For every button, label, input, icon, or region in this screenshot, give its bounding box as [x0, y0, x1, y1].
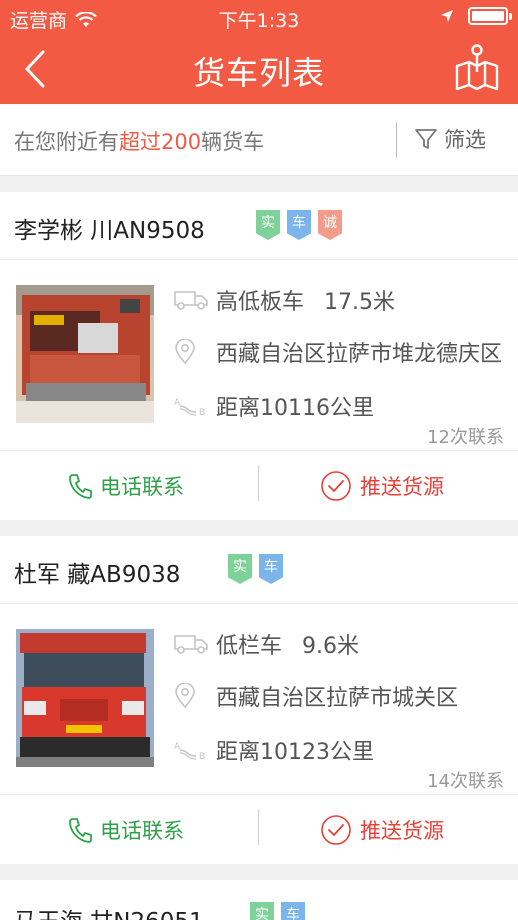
truck-distance: 距离10116公里	[216, 396, 374, 421]
check-circle-icon	[321, 471, 351, 501]
location-row: 西藏自治区拉萨市堆龙德庆区	[174, 336, 506, 368]
filter-bar: 在您附近有超过200辆货车 筛选	[0, 104, 518, 176]
truck-length: 17.5米	[324, 290, 396, 315]
badge-verified-identity: 实	[228, 554, 252, 584]
truck-address: 西藏自治区拉萨市堆龙德庆区	[216, 342, 503, 367]
verification-badges: 实 车 诚	[256, 210, 349, 240]
truck-type: 低栏车	[216, 634, 283, 659]
nearby-count-highlight: 超过200	[119, 130, 202, 154]
push-label: 推送货源	[360, 819, 444, 843]
card-actions: 电话联系 推送货源	[0, 450, 518, 520]
nearby-count-text: 在您附近有超过200辆货车	[14, 130, 265, 154]
card-header: 李学彬 川AN9508 实 车 诚	[0, 192, 518, 260]
nav-bar: 货车列表	[0, 34, 518, 104]
location-row: 西藏自治区拉萨市城关区	[174, 680, 506, 712]
badge-verified-identity: 实	[256, 210, 280, 240]
location-pin-icon	[175, 683, 195, 709]
call-button[interactable]: 电话联系	[68, 451, 184, 521]
map-button[interactable]	[454, 44, 500, 92]
contact-count: 14次联系	[427, 771, 504, 792]
action-divider	[258, 809, 259, 845]
truck-icon	[174, 635, 208, 654]
svg-text:A: A	[174, 398, 181, 408]
battery-icon	[468, 7, 512, 25]
contact-count: 12次联系	[427, 427, 504, 448]
location-pin-icon	[175, 339, 195, 365]
call-button[interactable]: 电话联系	[68, 795, 184, 865]
status-right	[440, 7, 512, 25]
app-header: 运营商 下午1:33 货车列表	[0, 0, 518, 104]
page-title: 货车列表	[192, 54, 325, 92]
battery-fill	[472, 11, 504, 21]
truck-length: 9.6米	[302, 634, 360, 659]
status-bar: 运营商 下午1:33	[0, 0, 518, 34]
distance-icon: A B	[174, 398, 205, 416]
truck-distance: 距离10123公里	[216, 740, 374, 765]
push-cargo-button[interactable]: 推送货源	[320, 795, 444, 865]
push-cargo-button[interactable]: 推送货源	[320, 451, 444, 521]
driver-name-plate: 马玉海 甘N26051	[14, 902, 204, 920]
badge-verified-truck: 车	[287, 210, 311, 240]
filter-label: 筛选	[444, 128, 486, 152]
verification-badges: 实 车	[228, 554, 290, 584]
call-label: 电话联系	[100, 819, 184, 843]
svg-text:B: B	[199, 408, 205, 416]
filter-button[interactable]: 筛选	[414, 124, 486, 154]
call-label: 电话联系	[100, 475, 184, 499]
badge-integrity: 诚	[318, 210, 342, 240]
push-label: 推送货源	[360, 475, 444, 499]
badge-verified-truck: 车	[281, 902, 305, 920]
truck-photo[interactable]	[16, 285, 154, 423]
phone-icon	[69, 818, 92, 843]
truck-card[interactable]: 李学彬 川AN9508 实 车 诚 高低板车 17.5米 西藏自治区拉萨市堆龙德…	[0, 192, 518, 520]
map-icon	[455, 44, 499, 91]
badge-verified-truck: 车	[259, 554, 283, 584]
card-actions: 电话联系 推送货源	[0, 794, 518, 864]
truck-photo[interactable]	[16, 629, 154, 767]
svg-text:A: A	[174, 742, 181, 752]
verification-badges: 实 车	[250, 902, 312, 920]
truck-card[interactable]: 马玉海 甘N26051 实 车	[0, 880, 518, 920]
badge-verified-identity: 实	[250, 902, 274, 920]
card-header: 杜军 藏AB9038 实 车	[0, 536, 518, 604]
distance-row: A B 距离10116公里	[174, 390, 374, 422]
phone-icon	[69, 474, 92, 499]
truck-type-row: 高低板车 17.5米	[174, 284, 395, 316]
check-circle-icon	[321, 815, 351, 845]
funnel-icon	[415, 129, 437, 149]
driver-name-plate: 李学彬 川AN9508	[14, 218, 205, 244]
distance-icon: A B	[174, 742, 205, 760]
truck-card[interactable]: 杜军 藏AB9038 实 车 低栏车 9.6米 西藏自治区拉萨市城关区 A B …	[0, 536, 518, 864]
distance-row: A B 距离10123公里	[174, 734, 374, 766]
truck-type: 高低板车	[216, 290, 305, 315]
action-divider	[258, 465, 259, 501]
driver-name-plate: 杜军 藏AB9038	[14, 562, 181, 588]
truck-address: 西藏自治区拉萨市城关区	[216, 686, 459, 711]
svg-text:B: B	[199, 752, 205, 760]
location-arrow-icon	[441, 10, 453, 22]
divider	[396, 122, 397, 158]
truck-type-row: 低栏车 9.6米	[174, 628, 359, 660]
truck-icon	[174, 291, 208, 310]
